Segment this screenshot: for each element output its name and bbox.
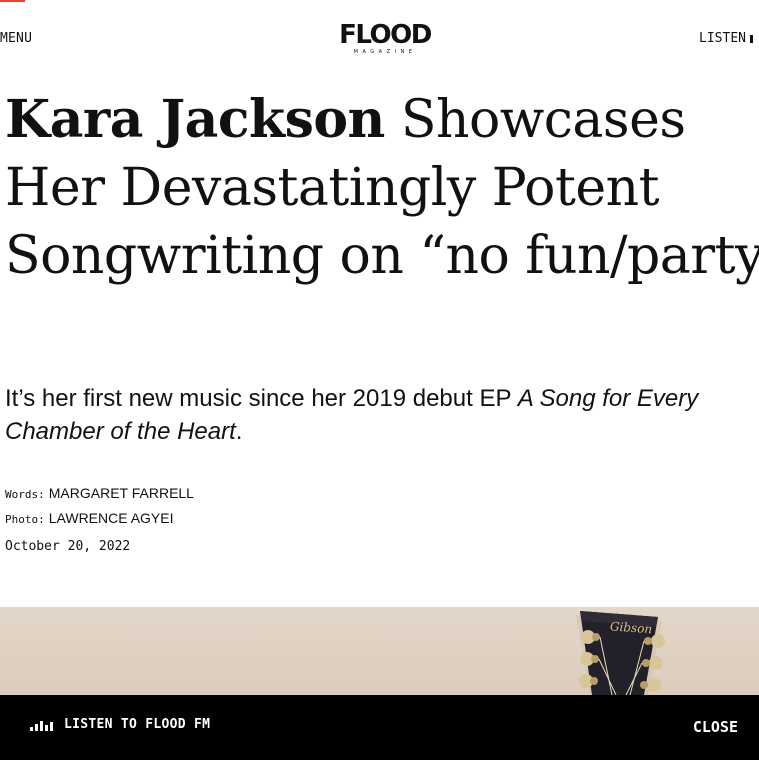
dek-end: . — [235, 418, 243, 445]
equalizer-icon — [30, 719, 55, 731]
listen-flood-fm-button[interactable]: LISTEN TO FLOOD FM — [30, 717, 210, 732]
close-button[interactable]: CLOSE — [693, 718, 738, 736]
photographer-link[interactable]: Lawrence Agyei — [49, 510, 174, 526]
guitar-headstock-image: Gibson — [576, 611, 665, 695]
photo-label: Photo: — [5, 513, 45, 526]
dek-text: It’s her first new music since her 2019 … — [5, 385, 518, 412]
credit-photo: Photo: Lawrence Agyei — [5, 510, 174, 530]
listen-label: LISTEN — [699, 31, 746, 46]
audio-bars-icon — [750, 35, 759, 43]
article-headline: Kara Jackson Showcases Her Devastatingly… — [5, 86, 759, 290]
flood-logo[interactable]: FLOOD MAGAZINE — [337, 20, 433, 56]
article-dek: It’s her first new music since her 2019 … — [5, 382, 759, 448]
author-link[interactable]: Margaret Farrell — [49, 485, 194, 501]
flood-fm-player: LISTEN TO FLOOD FM CLOSE — [0, 695, 759, 760]
player-label: LISTEN TO FLOOD FM — [64, 717, 211, 732]
listen-button[interactable]: LISTEN — [699, 31, 759, 46]
publish-date: October 20, 2022 — [5, 539, 131, 554]
headstock-logo-text: Gibson — [610, 619, 653, 636]
site-header: MENU FLOOD MAGAZINE LISTEN — [0, 0, 759, 76]
menu-button[interactable]: MENU — [0, 31, 32, 46]
credit-words: Words: Margaret Farrell — [5, 485, 194, 505]
logo-wordmark: FLOOD — [339, 20, 432, 50]
headline-artist: Kara Jackson — [5, 89, 385, 150]
words-label: Words: — [5, 488, 45, 501]
hero-image: Gibson — [0, 607, 759, 695]
